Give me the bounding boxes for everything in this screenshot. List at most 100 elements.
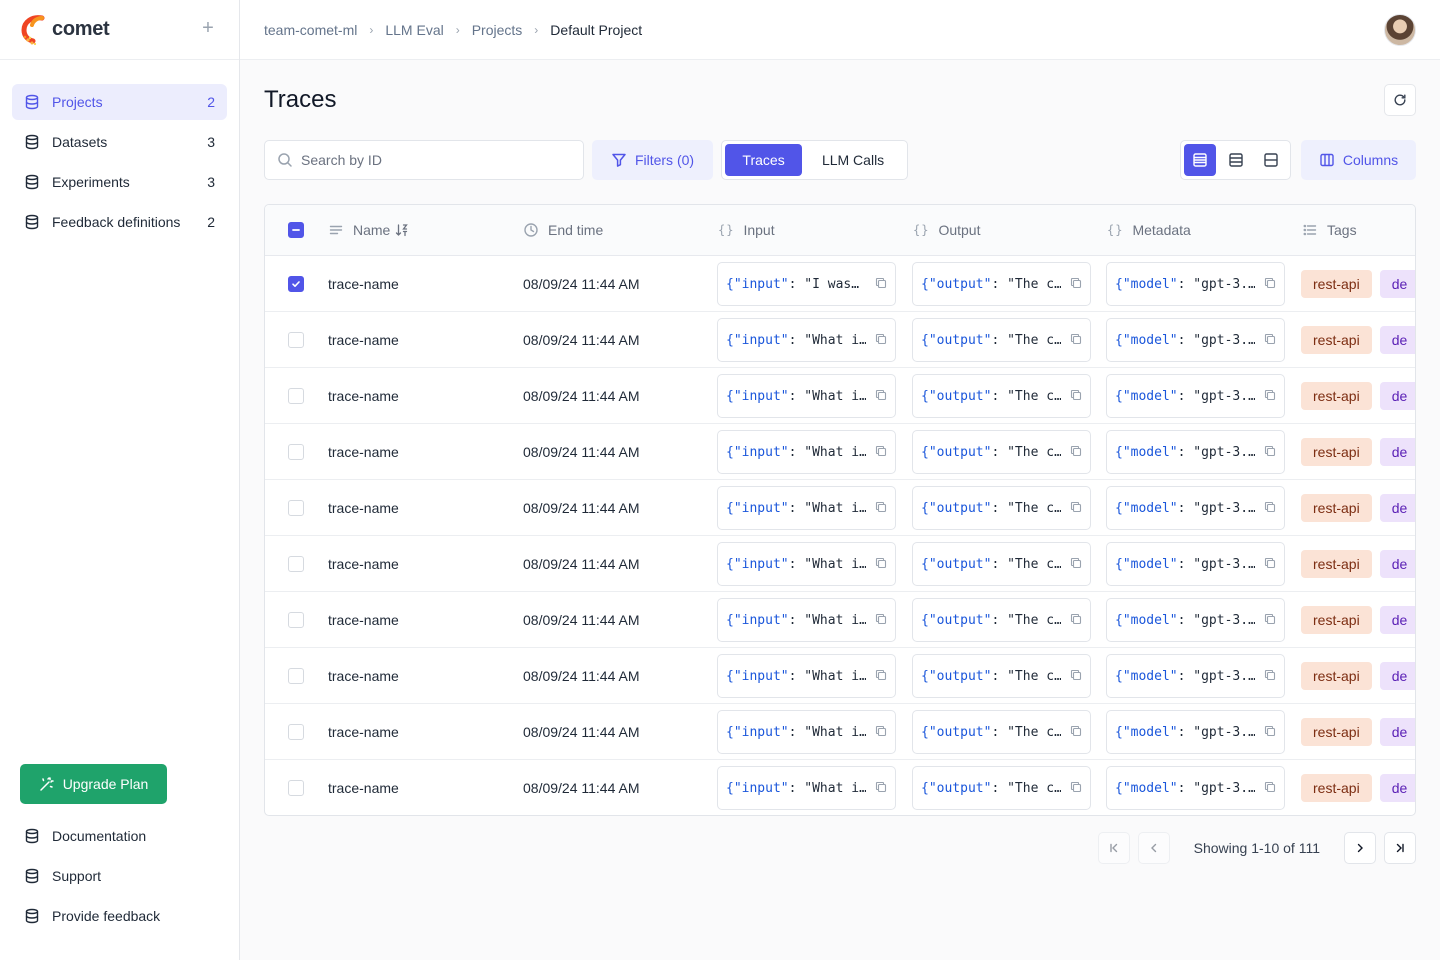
output-json-preview[interactable]: {"output": "The c…: [912, 374, 1091, 418]
copy-icon[interactable]: [875, 781, 887, 793]
copy-icon[interactable]: [1264, 781, 1276, 793]
tag-badge[interactable]: de: [1379, 438, 1415, 466]
density-large-button[interactable]: [1255, 144, 1287, 176]
header-name[interactable]: Name: [328, 205, 410, 255]
copy-icon[interactable]: [875, 277, 887, 289]
row-checkbox[interactable]: [288, 668, 304, 684]
row-checkbox[interactable]: [288, 332, 304, 348]
tag-badge[interactable]: de: [1379, 606, 1415, 634]
row-checkbox[interactable]: [288, 276, 304, 292]
search-input[interactable]: [301, 152, 571, 168]
sidebar-item-provide-feedback[interactable]: Provide feedback: [12, 898, 228, 934]
input-json-preview[interactable]: {"input": "What i…: [717, 430, 896, 474]
header-output[interactable]: {} Output: [913, 205, 980, 255]
input-json-preview[interactable]: {"input": "What i…: [717, 486, 896, 530]
upgrade-plan-button[interactable]: Upgrade Plan: [20, 764, 167, 804]
header-input[interactable]: {} Input: [718, 205, 775, 255]
add-workspace-icon[interactable]: +: [199, 18, 217, 38]
copy-icon[interactable]: [1264, 725, 1276, 737]
sort-icon[interactable]: [394, 222, 410, 238]
output-json-preview[interactable]: {"output": "The c…: [912, 430, 1091, 474]
metadata-json-preview[interactable]: {"model": "gpt-3.…: [1106, 598, 1285, 642]
density-medium-button[interactable]: [1220, 144, 1252, 176]
tag-badge[interactable]: rest-api: [1301, 494, 1372, 522]
row-checkbox[interactable]: [288, 556, 304, 572]
tag-badge[interactable]: rest-api: [1301, 270, 1372, 298]
tag-badge[interactable]: de: [1379, 774, 1415, 802]
avatar[interactable]: [1384, 14, 1416, 46]
output-json-preview[interactable]: {"output": "The c…: [912, 486, 1091, 530]
input-json-preview[interactable]: {"input": "What i…: [717, 542, 896, 586]
tag-badge[interactable]: de: [1379, 494, 1415, 522]
next-page-button[interactable]: [1344, 832, 1376, 864]
sidebar-item-documentation[interactable]: Documentation: [12, 818, 228, 854]
output-json-preview[interactable]: {"output": "The c…: [912, 318, 1091, 362]
output-json-preview[interactable]: {"output": "The c…: [912, 542, 1091, 586]
breadcrumb-item-llm-eval[interactable]: LLM Eval: [385, 22, 443, 38]
metadata-json-preview[interactable]: {"model": "gpt-3.…: [1106, 542, 1285, 586]
tag-badge[interactable]: de: [1379, 326, 1415, 354]
copy-icon[interactable]: [875, 501, 887, 513]
input-json-preview[interactable]: {"input": "What i…: [717, 654, 896, 698]
copy-icon[interactable]: [1070, 333, 1082, 345]
sidebar-item-feedback-definitions[interactable]: Feedback definitions 2: [12, 204, 227, 240]
header-tags[interactable]: Tags: [1302, 205, 1357, 255]
row-checkbox[interactable]: [288, 780, 304, 796]
input-json-preview[interactable]: {"input": "What i…: [717, 374, 896, 418]
copy-icon[interactable]: [1264, 557, 1276, 569]
copy-icon[interactable]: [1070, 669, 1082, 681]
input-json-preview[interactable]: {"input": "What i…: [717, 710, 896, 754]
tag-badge[interactable]: de: [1379, 550, 1415, 578]
copy-icon[interactable]: [1070, 277, 1082, 289]
sidebar-item-datasets[interactable]: Datasets 3: [12, 124, 227, 160]
metadata-json-preview[interactable]: {"model": "gpt-3.…: [1106, 710, 1285, 754]
input-json-preview[interactable]: {"input": "What i…: [717, 318, 896, 362]
copy-icon[interactable]: [1264, 445, 1276, 457]
copy-icon[interactable]: [875, 389, 887, 401]
select-all-checkbox[interactable]: [288, 222, 304, 238]
metadata-json-preview[interactable]: {"model": "gpt-3.…: [1106, 318, 1285, 362]
tag-badge[interactable]: rest-api: [1301, 438, 1372, 466]
tag-badge[interactable]: rest-api: [1301, 550, 1372, 578]
tag-badge[interactable]: de: [1379, 382, 1415, 410]
last-page-button[interactable]: [1384, 832, 1416, 864]
table-row[interactable]: trace-name 08/09/24 11:44 AM {"input": "…: [265, 592, 1415, 648]
input-json-preview[interactable]: {"input": "What i…: [717, 766, 896, 810]
copy-icon[interactable]: [875, 613, 887, 625]
copy-icon[interactable]: [1264, 669, 1276, 681]
sidebar-item-experiments[interactable]: Experiments 3: [12, 164, 227, 200]
header-metadata[interactable]: {} Metadata: [1107, 205, 1191, 255]
breadcrumb-item-projects[interactable]: Projects: [472, 22, 523, 38]
first-page-button[interactable]: [1097, 832, 1130, 864]
output-json-preview[interactable]: {"output": "The c…: [912, 710, 1091, 754]
copy-icon[interactable]: [875, 445, 887, 457]
tag-badge[interactable]: rest-api: [1301, 382, 1372, 410]
copy-icon[interactable]: [1070, 445, 1082, 457]
copy-icon[interactable]: [1070, 557, 1082, 569]
tag-badge[interactable]: rest-api: [1301, 326, 1372, 354]
breadcrumb-item-workspace[interactable]: team-comet-ml: [264, 22, 357, 38]
row-checkbox[interactable]: [288, 724, 304, 740]
table-row[interactable]: trace-name 08/09/24 11:44 AM {"input": "…: [265, 704, 1415, 760]
tag-badge[interactable]: rest-api: [1301, 718, 1372, 746]
metadata-json-preview[interactable]: {"model": "gpt-3.…: [1106, 486, 1285, 530]
density-compact-button[interactable]: [1184, 144, 1216, 176]
metadata-json-preview[interactable]: {"model": "gpt-3.…: [1106, 654, 1285, 698]
copy-icon[interactable]: [1264, 501, 1276, 513]
input-json-preview[interactable]: {"input": "What i…: [717, 598, 896, 642]
row-checkbox[interactable]: [288, 388, 304, 404]
output-json-preview[interactable]: {"output": "The c…: [912, 598, 1091, 642]
copy-icon[interactable]: [1070, 389, 1082, 401]
sidebar-item-support[interactable]: Support: [12, 858, 228, 894]
copy-icon[interactable]: [875, 557, 887, 569]
copy-icon[interactable]: [875, 333, 887, 345]
row-checkbox[interactable]: [288, 612, 304, 628]
columns-button[interactable]: Columns: [1301, 140, 1416, 180]
copy-icon[interactable]: [1264, 389, 1276, 401]
refresh-button[interactable]: [1384, 84, 1416, 116]
copy-icon[interactable]: [1070, 501, 1082, 513]
tag-badge[interactable]: de: [1379, 718, 1415, 746]
tag-badge[interactable]: rest-api: [1301, 774, 1372, 802]
tag-badge[interactable]: de: [1379, 270, 1415, 298]
table-row[interactable]: trace-name 08/09/24 11:44 AM {"input": "…: [265, 648, 1415, 704]
